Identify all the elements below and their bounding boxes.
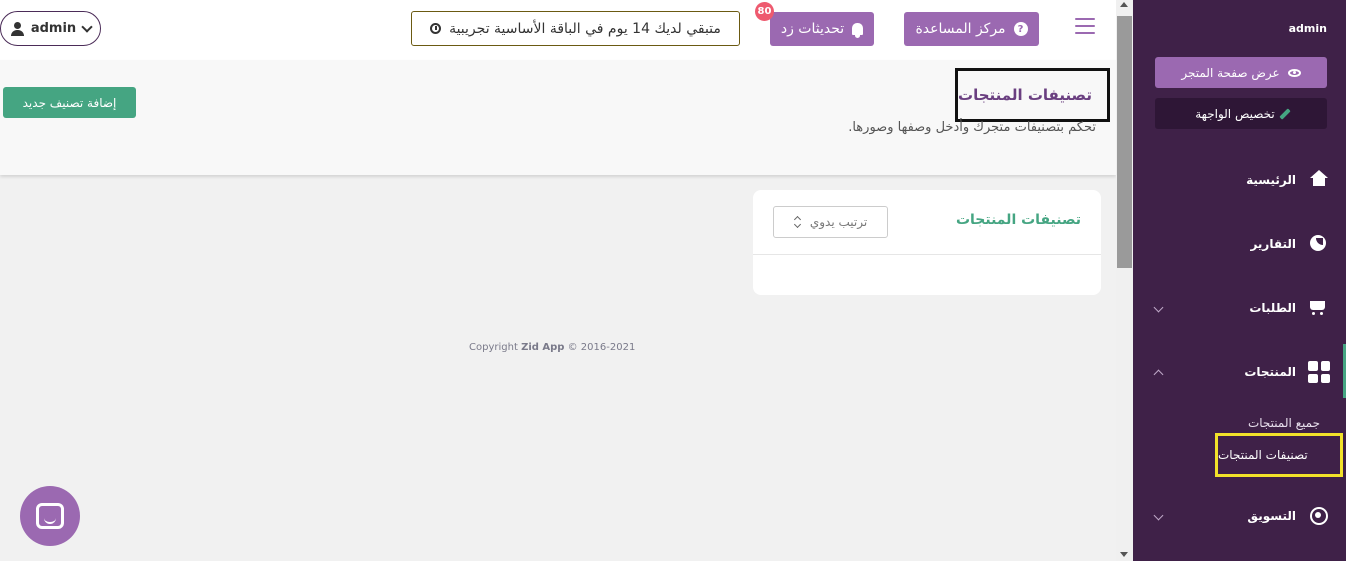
admin-user-menu[interactable]: admin bbox=[0, 11, 101, 46]
grid-icon bbox=[1308, 361, 1330, 383]
sidebar-item-label: التسويق bbox=[1247, 509, 1296, 523]
customize-label: تخصيص الواجهة bbox=[1195, 106, 1275, 121]
pie-chart-icon bbox=[1308, 233, 1330, 255]
copyright: Copyright Zid App © 2016-2021 bbox=[469, 342, 635, 353]
help-center-button[interactable]: ? مركز المساعدة bbox=[904, 12, 1039, 46]
scroll-down-icon[interactable] bbox=[1120, 552, 1128, 557]
sort-select[interactable]: ترتيب يدوي bbox=[773, 206, 888, 238]
sidebar-item-label: المنتجات bbox=[1244, 365, 1296, 379]
page-header: تصنيفات المنتجات تحكم بتصنيفات متجرك وأد… bbox=[0, 60, 1116, 175]
chevron-up-icon bbox=[1153, 369, 1164, 380]
clock-icon bbox=[430, 23, 442, 34]
page-subtitle: تحكم بتصنيفات متجرك وأدخل وصفها وصورها. bbox=[848, 120, 1096, 135]
view-store-button[interactable]: عرض صفحة المتجر bbox=[1155, 57, 1327, 88]
sidebar-user: admin bbox=[1288, 22, 1327, 35]
divider bbox=[753, 254, 1101, 255]
sort-updown-icon bbox=[794, 216, 802, 228]
notification-badge: 80 bbox=[755, 2, 774, 21]
view-store-label: عرض صفحة المتجر bbox=[1181, 65, 1280, 80]
sidebar-item-reports[interactable]: التقارير bbox=[1133, 212, 1346, 276]
card-title: تصنيفات المنتجات bbox=[955, 212, 1081, 228]
chevron-down-icon bbox=[81, 20, 93, 33]
add-category-button[interactable]: إضافة تصنيف جديد bbox=[3, 87, 136, 118]
chat-icon bbox=[36, 503, 64, 529]
page-title: تصنيفات المنتجات bbox=[955, 68, 1110, 122]
sort-value: ترتيب يدوي bbox=[809, 215, 868, 229]
menu-toggle-icon[interactable] bbox=[1075, 18, 1095, 34]
updates-label: تحديثات زد bbox=[780, 21, 845, 37]
sidebar-item-products[interactable]: المنتجات bbox=[1133, 340, 1346, 404]
trial-text: متبقي لديك 14 يوم في الباقة الأساسية تجر… bbox=[449, 20, 721, 37]
trial-notice: متبقي لديك 14 يوم في الباقة الأساسية تجر… bbox=[411, 11, 740, 46]
home-icon bbox=[1308, 169, 1330, 191]
sidebar-item-home[interactable]: الرئيسية bbox=[1133, 148, 1346, 212]
updates-button[interactable]: تحديثات زد bbox=[770, 12, 874, 46]
question-icon: ? bbox=[1013, 22, 1028, 36]
sidebar-subitem-all-products[interactable]: جميع المنتجات bbox=[1248, 416, 1320, 430]
user-icon bbox=[10, 21, 24, 36]
target-icon bbox=[1308, 505, 1330, 527]
copyright-brand[interactable]: Zid App bbox=[521, 342, 564, 353]
chevron-down-icon bbox=[1153, 510, 1164, 521]
chevron-down-icon bbox=[1153, 302, 1164, 313]
scrollbar-thumb[interactable] bbox=[1117, 16, 1132, 268]
cart-icon bbox=[1308, 297, 1330, 319]
pencil-icon bbox=[1279, 107, 1291, 120]
help-label: مركز المساعدة bbox=[915, 21, 1006, 37]
copyright-year: © 2016-2021 bbox=[567, 342, 636, 353]
eye-icon bbox=[1287, 68, 1301, 77]
scroll-up-icon[interactable] bbox=[1120, 2, 1128, 7]
categories-card: تصنيفات المنتجات ترتيب يدوي bbox=[753, 190, 1101, 295]
customize-theme-button[interactable]: تخصيص الواجهة bbox=[1155, 98, 1327, 129]
sidebar-item-marketing[interactable]: التسويق bbox=[1133, 484, 1346, 548]
sidebar-item-label: التقارير bbox=[1250, 237, 1296, 251]
admin-label: admin bbox=[30, 21, 77, 36]
sidebar-subitem-categories[interactable]: تصنيفات المنتجات bbox=[1215, 433, 1343, 477]
sidebar-item-orders[interactable]: الطلبات bbox=[1133, 276, 1346, 340]
sidebar-item-label: الطلبات bbox=[1249, 301, 1296, 315]
bell-icon bbox=[852, 23, 864, 38]
sidebar-item-label: الرئيسية bbox=[1246, 173, 1296, 187]
chat-widget-button[interactable] bbox=[20, 486, 80, 546]
top-bar: admin متبقي لديك 14 يوم في الباقة الأساس… bbox=[0, 0, 1116, 60]
copyright-prefix: Copyright bbox=[469, 342, 518, 353]
